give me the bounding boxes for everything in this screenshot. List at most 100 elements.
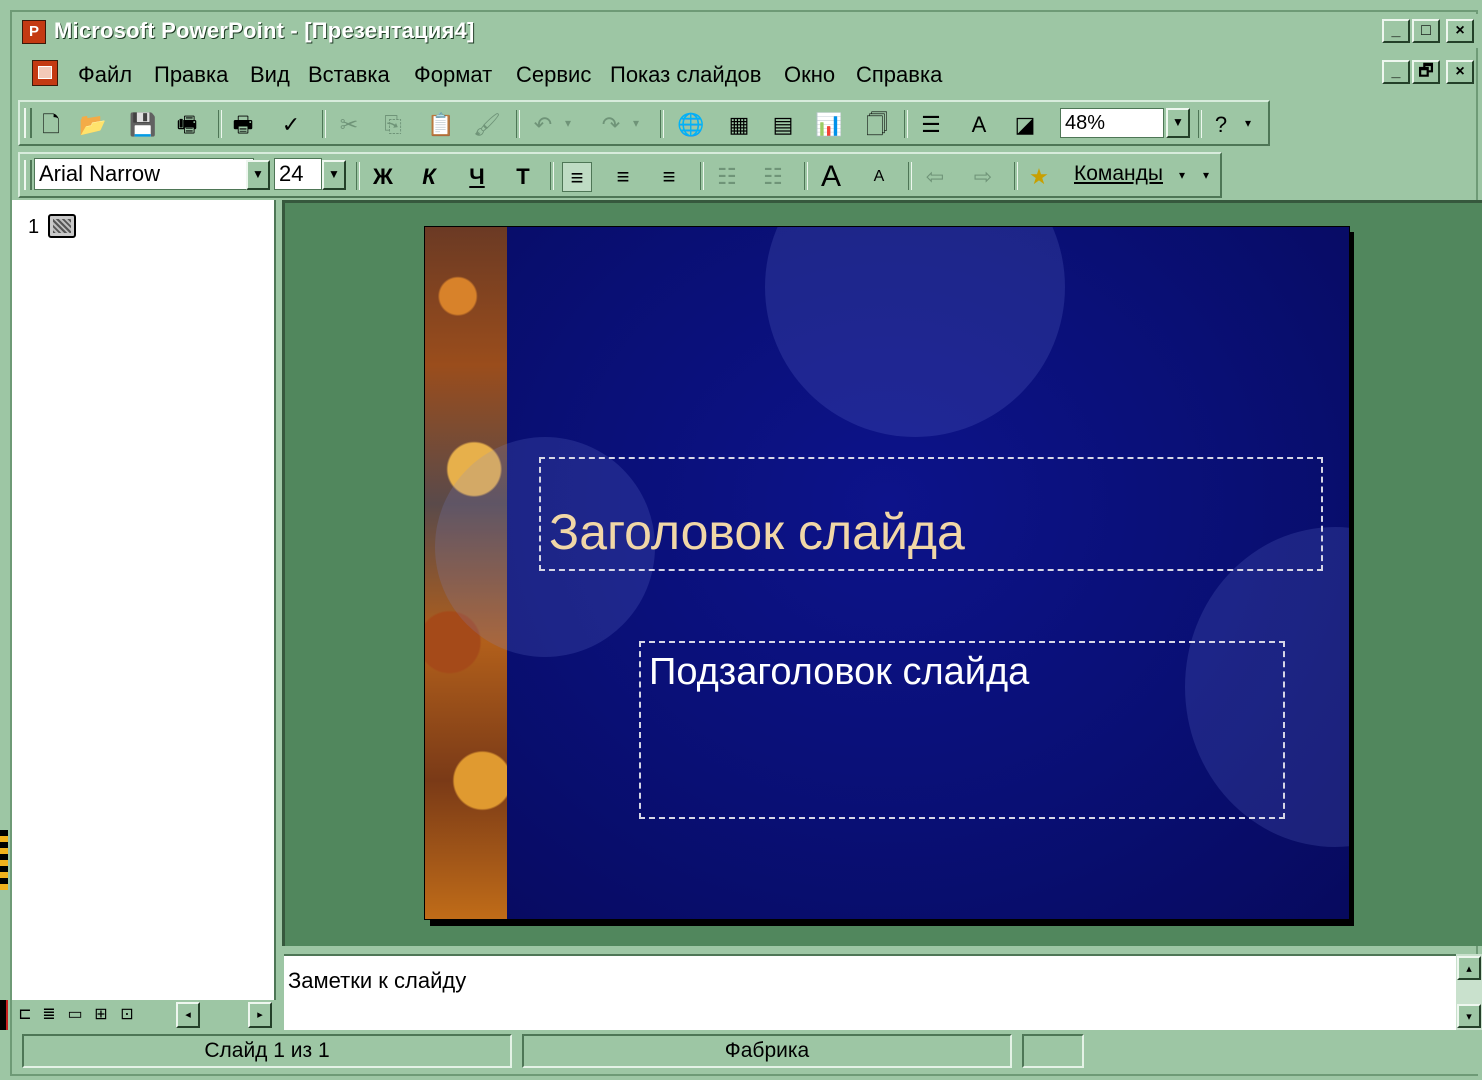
menu-slideshow[interactable]: Показ слайдов xyxy=(610,62,761,88)
slide-icon[interactable] xyxy=(48,214,76,238)
minimize-button[interactable]: _ xyxy=(1382,19,1410,43)
menu-view[interactable]: Вид xyxy=(250,62,290,88)
toolbar-options-icon[interactable]: ▾ xyxy=(1200,160,1212,190)
scroll-up-button[interactable]: ▴ xyxy=(1457,956,1481,980)
animation-effects-icon[interactable]: ★ xyxy=(1024,162,1054,192)
align-center-icon[interactable]: ≡ xyxy=(608,162,638,192)
status-empty-pane xyxy=(1022,1034,1084,1068)
font-dropdown-icon[interactable]: ▼ xyxy=(246,160,270,190)
slide-view-icon[interactable]: ▭ xyxy=(64,1004,86,1026)
save-icon[interactable]: 💾 xyxy=(128,110,158,140)
spelling-icon[interactable]: ✓ xyxy=(276,110,306,140)
commands-dropdown-icon[interactable]: ▾ xyxy=(1176,160,1188,190)
slide-canvas[interactable]: Заголовок слайда Подзаголовок слайда xyxy=(424,226,1350,920)
toolbar-separator xyxy=(516,110,520,138)
email-icon[interactable]: 🖷 xyxy=(172,110,202,140)
new-document-icon[interactable]: 🗋 xyxy=(36,110,66,140)
menu-format[interactable]: Формат xyxy=(414,62,492,88)
grayscale-icon[interactable]: ◪ xyxy=(1010,110,1040,140)
insert-chart-icon[interactable]: 📊 xyxy=(814,110,844,140)
undo-dropdown-icon[interactable]: ▾ xyxy=(562,108,574,138)
align-left-icon[interactable]: ≡ xyxy=(562,162,592,192)
close-button[interactable]: × xyxy=(1446,19,1474,43)
align-right-icon[interactable]: ≡ xyxy=(654,162,684,192)
open-folder-icon[interactable]: 📂 xyxy=(78,110,108,140)
doc-close-button[interactable]: × xyxy=(1446,60,1474,84)
menu-insert[interactable]: Вставка xyxy=(308,62,390,88)
scroll-left-button[interactable]: ◂ xyxy=(176,1002,200,1028)
zoom-dropdown-icon[interactable]: ▼ xyxy=(1166,108,1190,138)
status-bar: Слайд 1 из 1 Фабрика xyxy=(12,1030,1482,1074)
font-size-dropdown-icon[interactable]: ▼ xyxy=(322,160,346,190)
notes-pane[interactable]: Заметки к слайду xyxy=(284,954,1456,1032)
edge-decoration xyxy=(0,830,8,890)
edge-decoration xyxy=(0,1000,8,1030)
outline-view-icon[interactable]: ≣ xyxy=(38,1004,60,1026)
document-icon[interactable] xyxy=(32,60,58,86)
menu-help[interactable]: Справка xyxy=(856,62,942,88)
doc-restore-button[interactable]: 🗗 xyxy=(1412,60,1440,84)
menu-file[interactable]: Файл xyxy=(78,62,132,88)
background-gear xyxy=(765,227,1065,437)
maximize-button[interactable]: □ xyxy=(1412,19,1440,43)
shadow-button[interactable]: Т xyxy=(508,162,538,192)
demote-icon[interactable]: ⇨ xyxy=(968,162,998,192)
office-assistant-help-icon[interactable]: ? xyxy=(1206,110,1236,140)
window-title: Microsoft PowerPoint - [Презентация4] xyxy=(54,18,475,43)
menu-edit[interactable]: Правка xyxy=(154,62,228,88)
print-icon[interactable]: 🖶 xyxy=(228,110,258,140)
menu-tools[interactable]: Сервис xyxy=(516,62,591,88)
toolbar-grip[interactable] xyxy=(24,160,32,190)
copy-icon[interactable]: ⎘ xyxy=(378,110,408,140)
increase-font-icon[interactable]: A xyxy=(816,162,846,192)
zoom-field[interactable]: 48% xyxy=(1060,108,1164,138)
notes-scrollbar[interactable]: ▴ ▾ xyxy=(1456,954,1482,1030)
toolbar-separator xyxy=(1014,162,1018,190)
normal-view-icon[interactable]: ⊏ xyxy=(14,1004,36,1026)
title-bar[interactable]: P Microsoft PowerPoint - [Презентация4] … xyxy=(12,14,1478,48)
show-formatting-icon[interactable]: A xyxy=(964,110,994,140)
toolbar-grip[interactable] xyxy=(24,108,32,138)
commands-menu[interactable]: Команды xyxy=(1074,162,1163,186)
subtitle-placeholder[interactable]: Подзаголовок слайда xyxy=(639,641,1285,819)
view-bar: ⊏ ≣ ▭ ⊞ ⊡ ◂ ▸ xyxy=(12,1000,274,1030)
slide-sorter-icon[interactable]: ⊞ xyxy=(90,1004,112,1026)
font-size-field[interactable]: 24 xyxy=(274,158,322,190)
slide-number: 1 xyxy=(28,216,40,238)
outline-pane[interactable]: 1 xyxy=(12,200,276,1000)
scroll-right-button[interactable]: ▸ xyxy=(248,1002,272,1028)
toolbar-separator xyxy=(1198,110,1202,138)
toolbar-separator xyxy=(660,110,664,138)
standard-toolbar: 🗋 📂 💾 🖷 🖶 ✓ ✂ ⎘ 📋 🖌 ↶ ▾ ↷ ▾ 🌐 ▦ ▤ 📊 🗍 ☰ … xyxy=(18,100,1270,146)
underline-button[interactable]: Ч xyxy=(462,162,492,192)
paste-icon[interactable]: 📋 xyxy=(426,110,456,140)
bold-button[interactable]: Ж xyxy=(368,162,398,192)
new-slide-icon[interactable]: 🗍 xyxy=(862,110,892,140)
insert-table-word-icon[interactable]: ▦ xyxy=(724,110,754,140)
numbering-icon[interactable]: ☷ xyxy=(712,162,742,192)
format-painter-icon[interactable]: 🖌 xyxy=(472,110,502,140)
promote-icon[interactable]: ⇦ xyxy=(920,162,950,192)
decrease-font-icon[interactable]: A xyxy=(864,162,894,192)
insert-table-icon[interactable]: ▤ xyxy=(768,110,798,140)
scroll-down-button[interactable]: ▾ xyxy=(1457,1004,1481,1028)
font-name-field[interactable]: Arial Narrow xyxy=(34,158,254,190)
redo-dropdown-icon[interactable]: ▾ xyxy=(630,108,642,138)
toolbar-separator xyxy=(804,162,808,190)
status-design-name: Фабрика xyxy=(522,1034,1012,1068)
bullets-icon[interactable]: ☷ xyxy=(758,162,788,192)
toolbar-options-icon[interactable]: ▾ xyxy=(1242,108,1254,138)
toolbar-separator xyxy=(550,162,554,190)
hyperlink-icon[interactable]: 🌐 xyxy=(676,110,706,140)
formatting-toolbar: Arial Narrow ▼ 24 ▼ Ж К Ч Т ≡ ≡ ≡ ☷ ☷ A … xyxy=(18,152,1222,198)
expand-all-icon[interactable]: ☰ xyxy=(916,110,946,140)
italic-button[interactable]: К xyxy=(414,162,444,192)
slide-show-icon[interactable]: ⊡ xyxy=(116,1004,138,1026)
title-placeholder[interactable]: Заголовок слайда xyxy=(539,457,1323,571)
menu-window[interactable]: Окно xyxy=(784,62,835,88)
powerpoint-app-icon[interactable]: P xyxy=(22,20,46,44)
redo-icon[interactable]: ↷ xyxy=(596,110,626,140)
doc-minimize-button[interactable]: _ xyxy=(1382,60,1410,84)
undo-icon[interactable]: ↶ xyxy=(528,110,558,140)
cut-icon[interactable]: ✂ xyxy=(334,110,364,140)
